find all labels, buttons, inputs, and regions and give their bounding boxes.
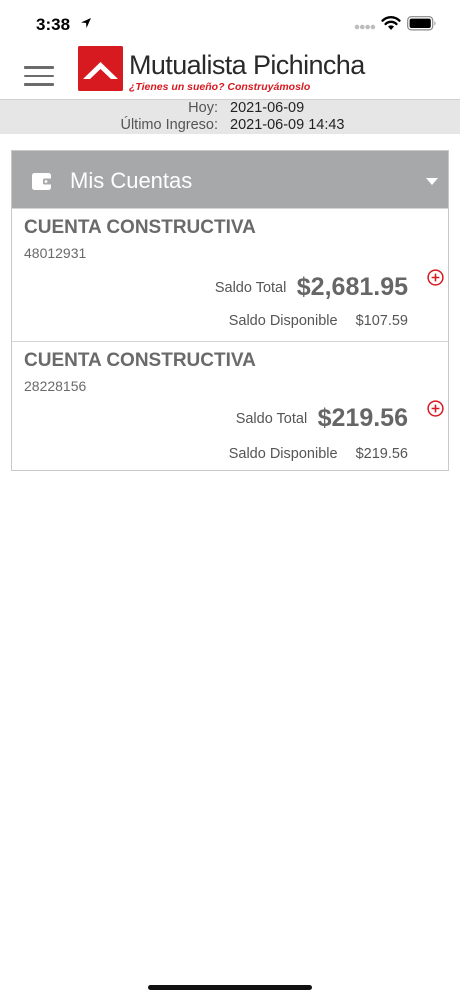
menu-icon[interactable]: [24, 66, 54, 88]
accounts-panel: Mis Cuentas CUENTA CONSTRUCTIVA 48012931…: [11, 150, 449, 471]
home-indicator[interactable]: [148, 985, 312, 990]
signal-icon: [354, 24, 376, 30]
last-login-value: 2021-06-09 14:43: [230, 117, 345, 133]
saldo-disponible-value: $219.56: [355, 446, 408, 462]
battery-icon: [407, 16, 436, 31]
account-number: 28228156: [24, 378, 87, 394]
status-time: 3:38: [36, 15, 71, 34]
account-name: CUENTA CONSTRUCTIVA: [24, 217, 256, 238]
saldo-total-row: Saldo Total $219.56: [236, 404, 408, 438]
saldo-total-label: Saldo Total: [235, 410, 308, 427]
account-card[interactable]: CUENTA CONSTRUCTIVA 28228156 Saldo Total…: [12, 341, 448, 470]
session-info-bar: Hoy: 2021-06-09 Último Ingreso: 2021-06-…: [0, 99, 460, 134]
location-arrow-icon: [81, 18, 91, 28]
saldo-disponible-row: Saldo Disponible $107.59: [229, 313, 408, 329]
account-card[interactable]: CUENTA CONSTRUCTIVA 48012931 Saldo Total…: [12, 208, 448, 341]
brand-name: Mutualista Pichincha: [129, 50, 365, 80]
saldo-disponible-row: Saldo Disponible $219.56: [229, 446, 408, 462]
brand-tagline: ¿Tienes un sueño? Construyámoslo: [129, 81, 311, 93]
account-number: 48012931: [24, 245, 87, 261]
last-login-label: Último Ingreso:: [120, 117, 218, 133]
plus-circle-icon[interactable]: [427, 269, 444, 286]
today-value: 2021-06-09: [230, 100, 305, 116]
today-row: Hoy: 2021-06-09: [0, 100, 460, 117]
saldo-disponible-label: Saldo Disponible: [228, 313, 338, 329]
saldo-total-value: $2,681.95: [296, 273, 408, 301]
saldo-total-value: $219.56: [317, 404, 408, 432]
last-login-row: Último Ingreso: 2021-06-09 14:43: [0, 117, 460, 134]
accounts-panel-header[interactable]: Mis Cuentas: [12, 151, 448, 208]
wallet-icon: [32, 173, 53, 190]
house-logo-icon: [78, 46, 123, 91]
chevron-down-icon[interactable]: [426, 178, 438, 185]
saldo-total-row: Saldo Total $2,681.95: [215, 273, 408, 307]
today-label: Hoy:: [188, 100, 218, 116]
saldo-disponible-value: $107.59: [355, 313, 408, 329]
account-name: CUENTA CONSTRUCTIVA: [24, 350, 256, 371]
status-bar: 3:38: [0, 0, 460, 44]
saldo-total-label: Saldo Total: [214, 279, 287, 296]
saldo-disponible-label: Saldo Disponible: [228, 446, 338, 462]
plus-circle-icon[interactable]: [427, 400, 444, 417]
brand-logo: Mutualista Pichincha ¿Tienes un sueño? C…: [78, 46, 388, 94]
accounts-panel-title: Mis Cuentas: [70, 168, 193, 193]
app-header: Mutualista Pichincha ¿Tienes un sueño? C…: [0, 44, 460, 100]
wifi-icon: [381, 16, 401, 30]
